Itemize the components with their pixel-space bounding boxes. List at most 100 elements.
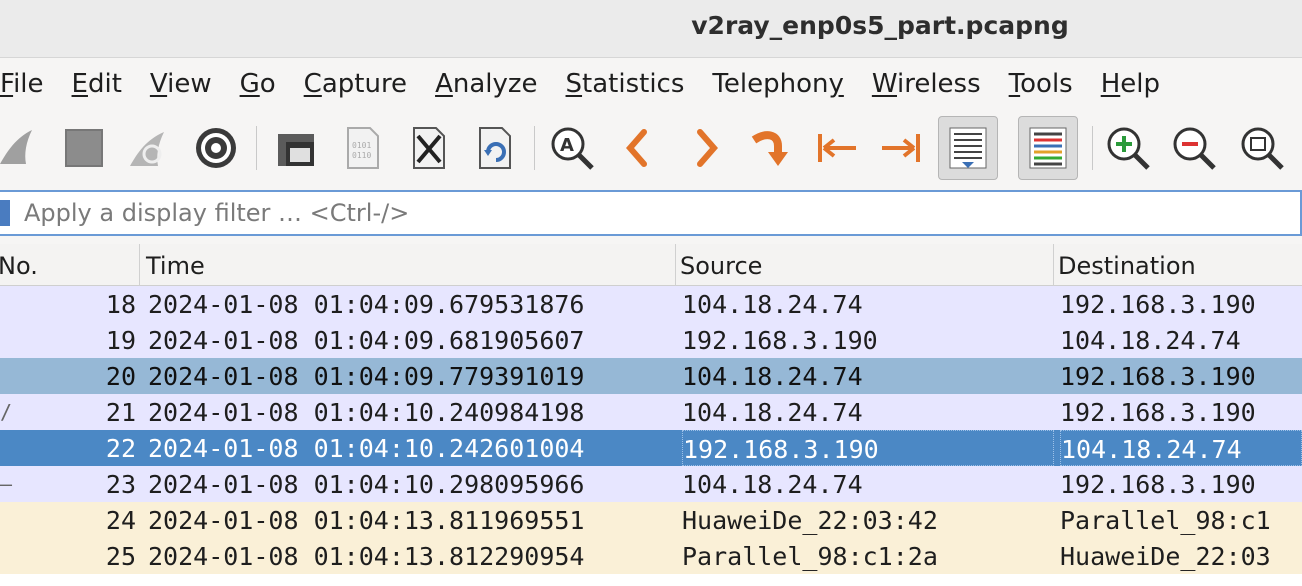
svg-text:0110: 0110: [352, 151, 371, 160]
menu-item-text: tatistics: [582, 69, 685, 99]
autoscroll-icon[interactable]: [938, 116, 998, 180]
packet-destination: 192.168.3.190: [1060, 398, 1256, 427]
shark-fin-start-icon[interactable]: [0, 116, 46, 180]
normal-size-icon[interactable]: [1232, 116, 1292, 180]
first-packet-icon[interactable]: [806, 116, 866, 180]
packet-destination: HuaweiDe_22:03: [1060, 542, 1271, 571]
main-toolbar: 0101 0110 A: [0, 110, 1302, 188]
table-row[interactable]: —23 2024-01-08 01:04:10.298095966 104.18.2…: [0, 466, 1302, 502]
column-header-destination[interactable]: Destination: [1052, 244, 1302, 286]
packet-destination: 104.18.24.74: [1060, 326, 1241, 355]
filter-bookmark-icon[interactable]: [0, 200, 10, 226]
table-row[interactable]: 20 2024-01-08 01:04:09.779391019 104.18.24…: [0, 358, 1302, 394]
stop-square-icon[interactable]: [54, 116, 114, 180]
column-header-time[interactable]: Time: [140, 244, 676, 286]
table-row[interactable]: 25 2024-01-08 01:04:13.812290954 Parallel_…: [0, 538, 1302, 574]
menu-item-mnemonic: G: [239, 69, 260, 99]
go-forward-icon[interactable]: [676, 116, 736, 180]
menu-item-text: nalyze: [452, 69, 538, 99]
table-row[interactable]: 22 2024-01-08 01:04:10.242601004 192.168.3…: [0, 430, 1302, 466]
packet-destination: 192.168.3.190: [1060, 470, 1256, 499]
menu-item-mnemonic: T: [1008, 69, 1021, 99]
menu-item-6[interactable]: Statistics: [566, 69, 685, 99]
packet-list: No. Time Source Destination 18 2024-01-08…: [0, 244, 1302, 586]
toolbar-separator: [1092, 126, 1093, 170]
menu-item-7[interactable]: Telephony: [712, 69, 843, 99]
capture-options-gear-icon[interactable]: [186, 116, 246, 180]
packet-time: 2024-01-08 01:04:10.240984198: [148, 398, 585, 427]
packet-destination: 192.168.3.190: [1060, 362, 1256, 391]
menu-item-text: ile: [13, 69, 44, 99]
table-row[interactable]: 24 2024-01-08 01:04:13.811969551 HuaweiDe_…: [0, 502, 1302, 538]
last-packet-icon[interactable]: [872, 116, 932, 180]
menu-item-mnemonic: y: [828, 69, 844, 99]
packet-list-header: No. Time Source Destination: [0, 244, 1302, 286]
menu-item-mnemonic: W: [871, 69, 897, 99]
table-row[interactable]: /21 2024-01-08 01:04:10.240984198 104.18.2…: [0, 394, 1302, 430]
menu-item-0[interactable]: File: [0, 69, 44, 99]
packet-time: 2024-01-08 01:04:09.681905607: [148, 326, 585, 355]
menu-item-text: elp: [1120, 69, 1161, 99]
packet-source: 192.168.3.190: [682, 326, 878, 355]
menu-item-mnemonic: A: [435, 69, 453, 99]
packet-source: Parallel_98:c1:2a: [682, 542, 938, 571]
packet-number: 20: [105, 362, 136, 391]
packet-time: 2024-01-08 01:04:13.811969551: [148, 506, 585, 535]
go-back-icon[interactable]: [608, 116, 668, 180]
menu-item-text: ireless: [897, 69, 981, 99]
packet-source: 192.168.3.190: [682, 430, 1054, 466]
find-packet-icon[interactable]: A: [542, 116, 602, 180]
packet-destination: 192.168.3.190: [1060, 290, 1256, 319]
reload-file-icon[interactable]: [464, 116, 524, 180]
display-filter-bar: [0, 190, 1302, 236]
restart-fin-icon[interactable]: [118, 116, 178, 180]
menu-item-text: iew: [167, 69, 212, 99]
packet-source: 104.18.24.74: [682, 290, 863, 319]
menu-item-text: apture: [321, 69, 408, 99]
svg-text:A: A: [560, 135, 574, 156]
menu-item-3[interactable]: Go: [240, 69, 276, 99]
packet-source: HuaweiDe_22:03:42: [682, 506, 938, 535]
menu-item-10[interactable]: Help: [1101, 69, 1160, 99]
toolbar-separator: [534, 126, 535, 170]
colorize-icon[interactable]: [1018, 116, 1078, 180]
go-to-packet-icon[interactable]: [740, 116, 800, 180]
packet-time: 2024-01-08 01:04:09.679531876: [148, 290, 585, 319]
menu-item-5[interactable]: Analyze: [435, 69, 537, 99]
menu-item-9[interactable]: Tools: [1009, 69, 1073, 99]
menu-item-mnemonic: H: [1100, 69, 1121, 99]
display-filter-input[interactable]: [24, 196, 1284, 230]
menu-item-text: ools: [1020, 69, 1073, 99]
packet-number: 25: [105, 542, 136, 571]
window-titlebar: v2ray_enp0s5_part.pcapng: [0, 0, 1302, 58]
packet-number: 21: [105, 398, 136, 427]
file-binary-icon[interactable]: 0101 0110: [332, 116, 392, 180]
menu-item-4[interactable]: Capture: [304, 69, 407, 99]
packet-number: 18: [105, 290, 136, 319]
packet-destination: 104.18.24.74: [1060, 430, 1302, 466]
menu-bar: File Edit View Go Capture Analyze Statistics Te…: [0, 58, 1302, 110]
toolbar-separator: [256, 126, 257, 170]
zoom-in-icon[interactable]: [1098, 116, 1158, 180]
packet-number: 19: [105, 326, 136, 355]
menu-item-2[interactable]: View: [150, 69, 212, 99]
menu-item-text: dit: [87, 69, 122, 99]
packet-number: 22: [105, 434, 136, 463]
close-file-icon[interactable]: [398, 116, 458, 180]
packet-number: 24: [105, 506, 136, 535]
menu-item-mnemonic: E: [71, 69, 88, 99]
packet-source: 104.18.24.74: [682, 470, 863, 499]
packet-time: 2024-01-08 01:04:13.812290954: [148, 542, 585, 571]
menu-item-text: o: [259, 69, 276, 99]
packet-destination: Parallel_98:c1: [1060, 506, 1271, 535]
table-row[interactable]: 18 2024-01-08 01:04:09.679531876 104.18.24…: [0, 286, 1302, 322]
menu-item-8[interactable]: Wireless: [872, 69, 981, 99]
packet-time: 2024-01-08 01:04:09.779391019: [148, 362, 585, 391]
zoom-out-icon[interactable]: [1164, 116, 1224, 180]
column-header-source[interactable]: Source: [674, 244, 1054, 286]
column-header-no[interactable]: No.: [0, 244, 140, 286]
open-folder-icon[interactable]: [266, 116, 326, 180]
table-row[interactable]: 19 2024-01-08 01:04:09.681905607 192.168.3…: [0, 322, 1302, 358]
menu-item-mnemonic: F: [0, 69, 14, 99]
menu-item-1[interactable]: Edit: [72, 69, 122, 99]
